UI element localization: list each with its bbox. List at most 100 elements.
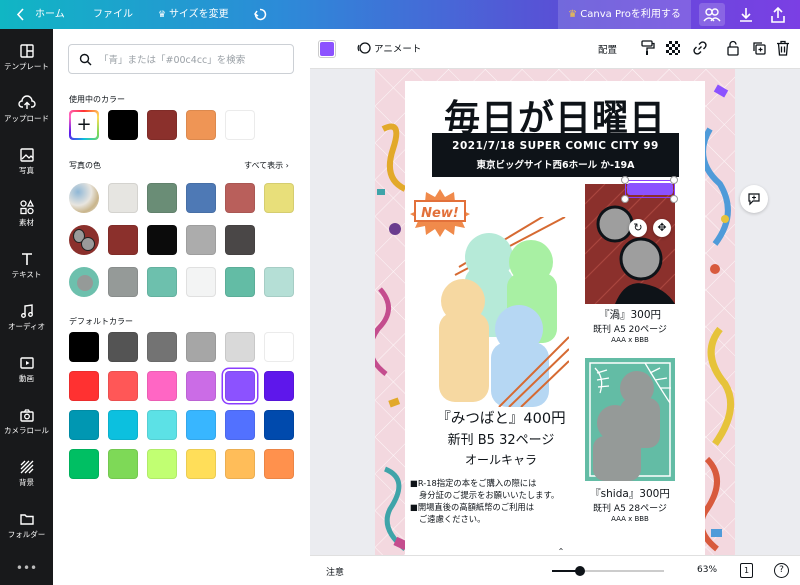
photo-color-swatch[interactable] <box>186 267 216 297</box>
resize-handle[interactable] <box>621 176 629 184</box>
nav-uploads[interactable]: アップロード <box>0 95 53 145</box>
nav-text[interactable]: テキスト <box>0 251 53 301</box>
design-page[interactable]: 毎日が日曜日 2021/7/18 SUPER COMIC CITY 99 東京ビ… <box>375 69 735 555</box>
default-color-swatch[interactable] <box>264 332 294 362</box>
default-color-swatch[interactable] <box>225 371 255 401</box>
nav-templates[interactable]: テンプレート <box>0 43 53 93</box>
color-search[interactable] <box>68 44 294 74</box>
undo-icon[interactable] <box>253 0 269 29</box>
default-color-swatch[interactable] <box>69 332 99 362</box>
photo-thumb-green[interactable] <box>69 267 99 297</box>
default-color-swatch[interactable] <box>108 410 138 440</box>
photo-color-swatch[interactable] <box>147 225 177 255</box>
default-color-swatch[interactable] <box>264 410 294 440</box>
nav-video[interactable]: 動画 <box>0 355 53 405</box>
fill-color-button[interactable] <box>318 40 336 58</box>
selection-box[interactable] <box>625 180 675 198</box>
in-use-swatch[interactable] <box>186 110 216 140</box>
photo-color-swatch[interactable] <box>108 225 138 255</box>
canva-pro-button[interactable]: ♛ Canva Proを利用する <box>558 0 691 29</box>
back-chevron-icon[interactable] <box>16 0 26 29</box>
text-t-icon <box>21 253 32 265</box>
position-button[interactable]: 配置 <box>598 42 617 56</box>
nav-folders[interactable]: フォルダー <box>0 511 53 561</box>
default-color-swatch[interactable] <box>147 332 177 362</box>
photo-thumb-red[interactable] <box>69 225 99 255</box>
move-icon[interactable]: ✥ <box>653 219 671 237</box>
paint-roller-icon[interactable] <box>641 40 655 60</box>
in-use-swatch[interactable] <box>108 110 138 140</box>
default-color-swatch[interactable] <box>225 449 255 479</box>
animate-button[interactable]: アニメート <box>357 41 421 55</box>
default-color-swatch[interactable] <box>264 371 294 401</box>
resize-handle[interactable] <box>670 195 678 203</box>
default-color-swatch[interactable] <box>69 410 99 440</box>
photo-color-swatch[interactable] <box>108 267 138 297</box>
default-color-swatch[interactable] <box>147 449 177 479</box>
resize-handle[interactable] <box>621 195 629 203</box>
download-icon[interactable] <box>733 3 759 26</box>
notes-button[interactable]: 注意 <box>326 565 344 578</box>
nav-elements[interactable]: 素材 <box>0 199 53 249</box>
default-color-swatch[interactable] <box>186 332 216 362</box>
photo-color-swatch[interactable] <box>186 225 216 255</box>
file-menu[interactable]: ファイル <box>93 0 133 29</box>
duplicate-icon[interactable] <box>751 40 767 60</box>
default-color-swatch[interactable] <box>264 449 294 479</box>
lock-icon[interactable] <box>726 40 740 60</box>
photo-color-swatch[interactable] <box>186 183 216 213</box>
help-button[interactable]: ? <box>774 563 789 578</box>
default-color-swatch[interactable] <box>69 449 99 479</box>
home-button[interactable]: ホーム <box>35 0 65 29</box>
default-color-swatch[interactable] <box>108 449 138 479</box>
photo-color-swatch[interactable] <box>225 183 255 213</box>
photo-color-swatch[interactable] <box>147 183 177 213</box>
color-search-input[interactable] <box>99 51 284 69</box>
nav-background[interactable]: 背景 <box>0 459 53 509</box>
upload-share-icon[interactable] <box>765 3 791 26</box>
in-use-swatch[interactable] <box>147 110 177 140</box>
share-people-icon[interactable] <box>699 3 725 26</box>
default-color-swatch[interactable] <box>225 332 255 362</box>
add-comment-icon[interactable] <box>740 185 768 213</box>
photo-color-swatch[interactable] <box>264 267 294 297</box>
default-color-swatch[interactable] <box>225 410 255 440</box>
photo-thumb-confetti[interactable] <box>69 183 99 213</box>
default-color-swatch[interactable] <box>186 449 216 479</box>
resize-handle[interactable] <box>670 176 678 184</box>
default-color-swatch[interactable] <box>147 371 177 401</box>
photo-color-swatch[interactable] <box>108 183 138 213</box>
book1-cover <box>585 184 675 304</box>
photo-color-swatch[interactable] <box>264 183 294 213</box>
default-color-swatch[interactable] <box>108 371 138 401</box>
see-all-label: すべて表示 <box>244 161 284 170</box>
default-color-swatch[interactable] <box>186 371 216 401</box>
default-color-swatch[interactable] <box>108 332 138 362</box>
zoom-slider-knob[interactable] <box>575 566 586 576</box>
default-color-swatch[interactable] <box>147 410 177 440</box>
nav-audio[interactable]: オーディオ <box>0 303 53 353</box>
link-icon[interactable] <box>692 40 708 60</box>
add-color-button[interactable]: + <box>69 110 99 140</box>
photo-color-swatch[interactable] <box>225 225 255 255</box>
zoom-slider-track[interactable] <box>552 566 664 576</box>
zoom-level[interactable]: 63% <box>697 565 717 575</box>
fill-color-swatch <box>320 42 334 56</box>
plus-icon: + <box>71 112 97 138</box>
rotate-icon[interactable]: ↻ <box>629 219 647 237</box>
trash-icon[interactable] <box>776 40 790 60</box>
default-color-swatch[interactable] <box>69 371 99 401</box>
more-dots-icon[interactable]: ••• <box>0 562 53 581</box>
transparency-icon[interactable] <box>666 41 680 55</box>
page-count-button[interactable]: 1 <box>740 563 753 578</box>
photo-color-swatch[interactable] <box>225 267 255 297</box>
nav-photos[interactable]: 写真 <box>0 147 53 197</box>
chevron-right-icon: › <box>285 161 289 170</box>
default-color-swatch[interactable] <box>186 410 216 440</box>
see-all-link[interactable]: すべて表示 › <box>244 160 289 171</box>
chevron-up-icon[interactable]: ⌃ <box>550 547 572 555</box>
in-use-swatch[interactable] <box>225 110 255 140</box>
photo-color-swatch[interactable] <box>147 267 177 297</box>
resize-button[interactable]: ♛ サイズを変更 <box>158 0 229 29</box>
nav-camera-roll[interactable]: カメラロール <box>0 407 53 457</box>
